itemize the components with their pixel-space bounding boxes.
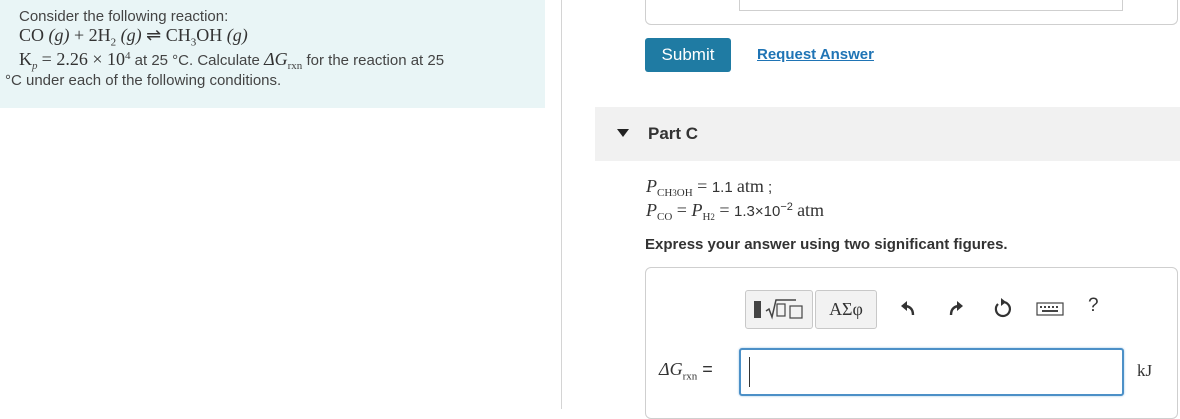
problem-text: for the reaction at 25 xyxy=(302,52,445,69)
answer-panel xyxy=(645,267,1178,419)
product-rest: OH xyxy=(196,25,223,45)
problem-intro: Consider the following reaction: xyxy=(19,8,229,25)
problem-conditions-line: °C under each of the following condition… xyxy=(5,72,282,89)
subscript: rxn xyxy=(287,60,303,72)
help-button[interactable]: ? xyxy=(1088,295,1099,317)
column-divider xyxy=(561,0,562,409)
redo-icon[interactable] xyxy=(942,296,968,322)
keyboard-icon[interactable] xyxy=(1035,296,1065,322)
instructions: Express your answer using two significan… xyxy=(645,236,1008,253)
equals-sign: = xyxy=(697,359,713,379)
subscript: p xyxy=(32,60,38,72)
equilibrium-arrow: ⇌ xyxy=(146,25,162,45)
pressure-value: 1.3×10 xyxy=(734,203,781,220)
superscript: −2 xyxy=(780,201,793,213)
phase-label: (g) xyxy=(120,25,142,45)
undo-icon[interactable] xyxy=(896,296,922,322)
request-answer-link[interactable]: Request Answer xyxy=(757,46,874,63)
subscript: rxn xyxy=(682,370,698,383)
subscript: CO xyxy=(657,211,673,223)
unit-label: kJ xyxy=(1137,361,1153,380)
templates-button[interactable] xyxy=(745,290,813,329)
answer-label: ΔGrxn = xyxy=(659,359,713,383)
reactant-co: CO xyxy=(19,25,45,45)
equals-sign: = xyxy=(714,200,735,220)
kp-symbol: K xyxy=(19,49,32,69)
condition-ch3oh: PCH3OH = 1.1 atm ; xyxy=(646,176,772,199)
submit-button[interactable]: Submit xyxy=(645,38,731,72)
subscript: OH xyxy=(676,187,693,199)
pressure-value: 1.1 xyxy=(711,179,733,196)
answer-input[interactable] xyxy=(739,348,1124,396)
subscript: 2 xyxy=(110,36,117,49)
delta-g-symbol: ΔG xyxy=(264,49,288,69)
plus-sign: + xyxy=(74,25,85,45)
separator: ; xyxy=(763,179,773,196)
pressure-symbol: P xyxy=(646,200,657,220)
pressure-unit: atm xyxy=(736,176,764,196)
equals-sign: = xyxy=(672,200,692,220)
kp-value: = 2.26 × 10 xyxy=(41,49,125,69)
product-ch3oh: CH xyxy=(165,25,191,45)
text-caret xyxy=(749,357,750,387)
equals-sign: = xyxy=(692,176,712,196)
pressure-symbol: P xyxy=(691,200,703,220)
previous-answer-input[interactable] xyxy=(739,0,1123,11)
problem-text: at 25 °C. Calculate xyxy=(130,52,265,69)
pressure-symbol: P xyxy=(646,176,657,196)
reactant-h2: 2H xyxy=(88,25,111,45)
reaction-equation: CO (g) + 2H2 (g) ⇌ CH3OH (g) xyxy=(19,25,248,49)
problem-kp-line: Kp = 2.26 × 104 at 25 °C. Calculate ΔGrx… xyxy=(19,49,444,72)
condition-co-h2: PCO = PH2 = 1.3×10−2 atm xyxy=(646,200,824,223)
reset-icon[interactable] xyxy=(990,296,1016,322)
templates-icon xyxy=(754,299,803,320)
phase-label: (g) xyxy=(48,25,70,45)
greek-symbols-button[interactable]: ΑΣφ xyxy=(815,290,877,329)
subscript: CH xyxy=(657,187,673,199)
collapse-arrow-icon[interactable] xyxy=(617,129,629,137)
part-title: Part C xyxy=(648,124,699,143)
phase-label: (g) xyxy=(226,25,248,45)
delta-g-symbol: ΔG xyxy=(659,359,683,379)
pressure-unit: atm xyxy=(797,200,825,220)
problem-statement: Consider the following reaction: CO (g) … xyxy=(0,0,545,108)
